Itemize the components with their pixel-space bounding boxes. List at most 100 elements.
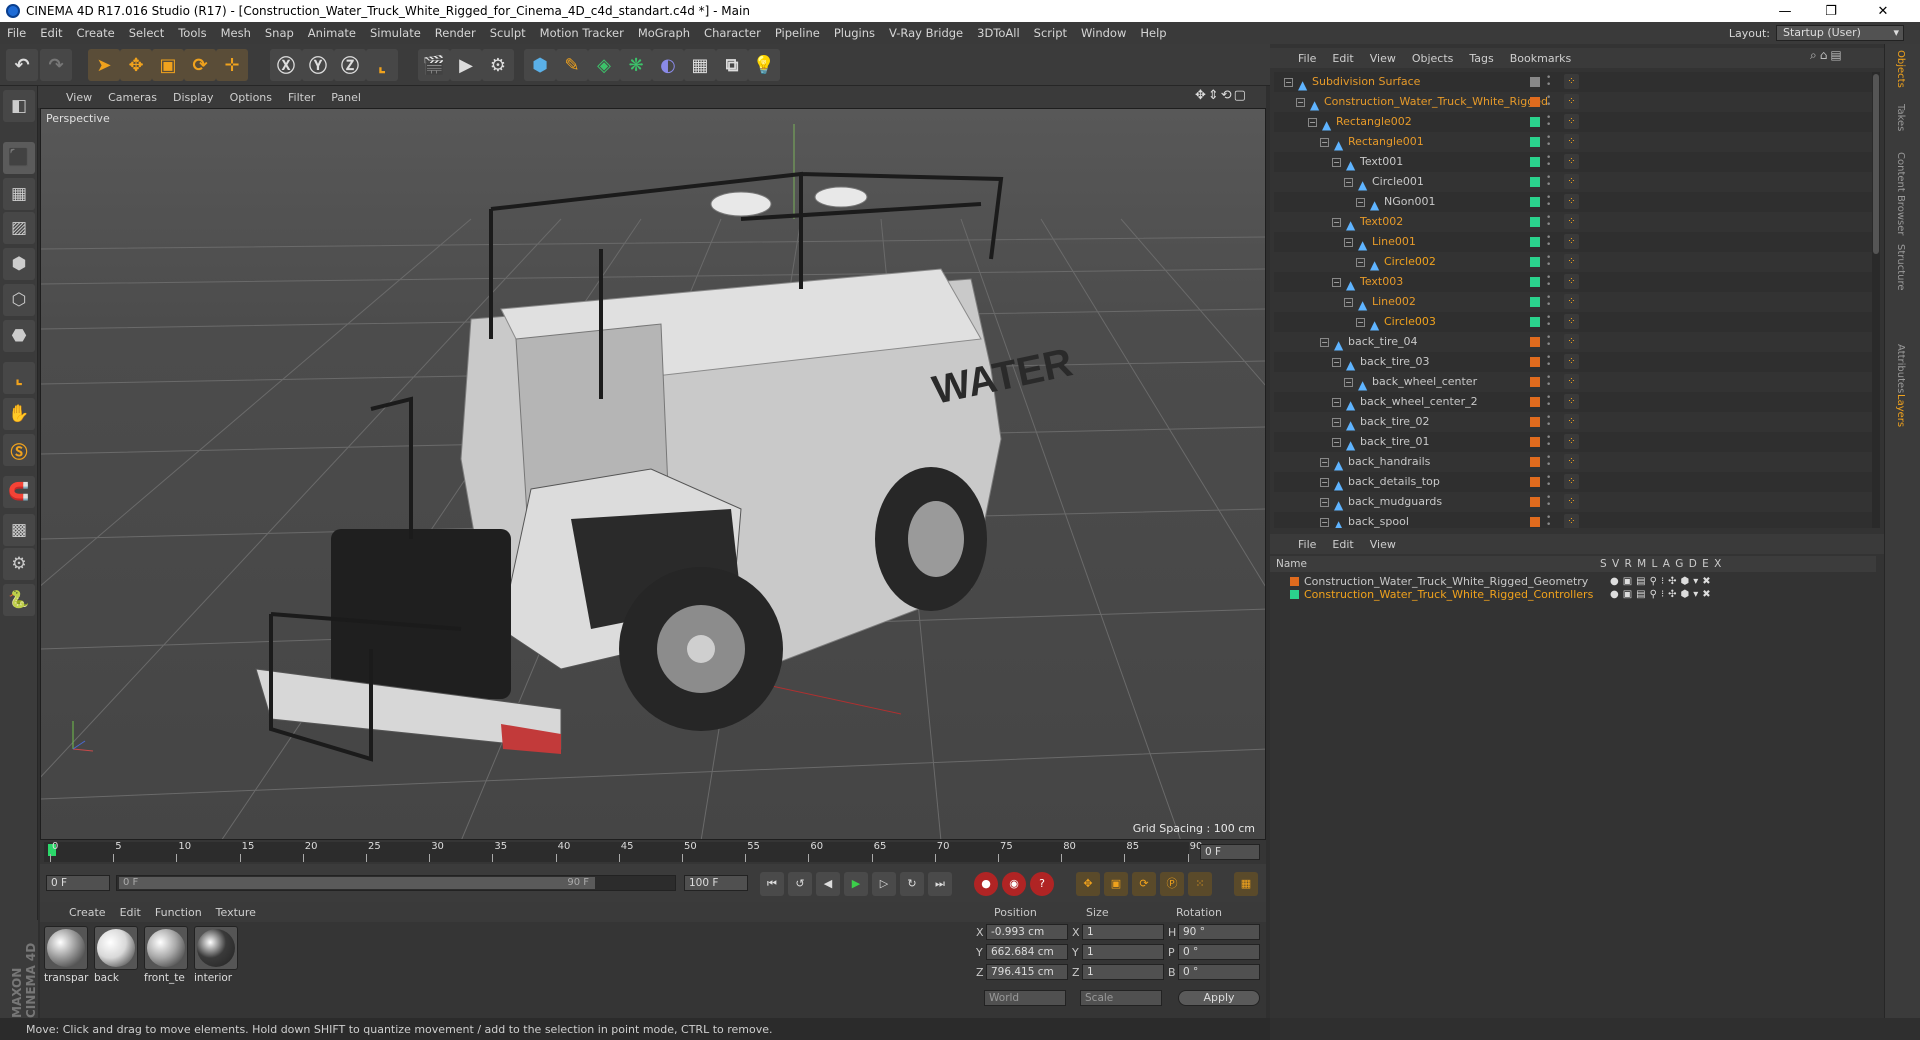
object-row[interactable]: − ▲ back_wheel_center_2 • • ⁘ [1274,392,1880,412]
expand-toggle-icon[interactable]: − [1332,418,1341,427]
right-tab-objects[interactable]: Objects [1895,50,1906,88]
expand-toggle-icon[interactable]: − [1356,318,1365,327]
layer-color-swatch[interactable] [1530,157,1540,167]
redo-icon[interactable]: ↷ [40,49,72,81]
camera-icon[interactable]: ⧉ [716,49,748,81]
menu-snap[interactable]: Snap [258,26,301,40]
object-row[interactable]: − ▲ back_wheel_center • • ⁘ [1274,372,1880,392]
right-tab-attributes[interactable]: Attributes [1895,344,1906,393]
layer-color-swatch[interactable] [1530,497,1540,507]
visibility-dots-icon[interactable]: • • [1546,194,1551,210]
polygons-mode-icon[interactable]: ⬣ [3,320,35,352]
tag-icon[interactable]: ⁘ [1564,514,1579,528]
magnet-icon[interactable]: 🧲 [3,476,35,508]
render-picture-viewer-icon[interactable]: ▶ [450,49,482,81]
go-to-start-icon[interactable]: ⏮ [760,872,784,896]
tag-icon[interactable]: ⁘ [1564,394,1579,409]
layer-color-swatch[interactable] [1530,357,1540,367]
material-swatch[interactable]: transpar [44,926,90,988]
visibility-dots-icon[interactable]: • • [1546,154,1551,170]
object-name[interactable]: back_details_top [1348,472,1440,492]
object-name[interactable]: Text002 [1360,212,1403,232]
layer-color-swatch[interactable] [1530,237,1540,247]
object-menu-objects[interactable]: Objects [1404,52,1462,65]
menu-render[interactable]: Render [428,26,483,40]
workplane-icon[interactable]: ▨ [3,212,35,244]
object-row[interactable]: − ▲ Line002 • • ⁘ [1274,292,1880,312]
tag-icon[interactable]: ⁘ [1564,174,1579,189]
menu-file[interactable]: File [0,26,33,40]
object-name[interactable]: NGon001 [1384,192,1435,212]
layer-menu-file[interactable]: File [1290,538,1324,551]
expand-toggle-icon[interactable]: − [1296,98,1305,107]
expand-toggle-icon[interactable]: − [1320,338,1329,347]
menu-window[interactable]: Window [1074,26,1133,40]
tag-icon[interactable]: ⁘ [1564,154,1579,169]
autokey-icon[interactable]: ◉ [1002,872,1026,896]
menu-3dtoall[interactable]: 3DToAll [970,26,1027,40]
expand-toggle-icon[interactable]: − [1320,138,1329,147]
make-editable-icon[interactable]: ◧ [3,90,35,122]
visibility-dots-icon[interactable]: • • [1546,334,1551,350]
object-name[interactable]: Rectangle002 [1336,112,1412,132]
tag-icon[interactable]: ⁘ [1564,74,1579,89]
position-x-field[interactable]: -0.993 cm [986,924,1068,940]
material-swatch[interactable]: front_te [144,926,190,988]
object-row[interactable]: − ▲ Text001 • • ⁘ [1274,152,1880,172]
move-icon[interactable]: ✥ [120,49,152,81]
z-axis-icon[interactable]: Ⓩ [334,49,366,81]
layer-color-swatch[interactable] [1530,457,1540,467]
layer-color-swatch[interactable] [1530,417,1540,427]
object-menu-file[interactable]: File [1290,52,1324,65]
tag-icon[interactable]: ⁘ [1564,94,1579,109]
layer-color-swatch[interactable] [1530,297,1540,307]
key-rotation-icon[interactable]: ⟳ [1132,872,1156,896]
visibility-dots-icon[interactable]: • • [1546,454,1551,470]
timeline-ruler[interactable]: 0 5 10 15 20 25 30 35 40 45 50 55 60 65 70 75 80 85 90 0 F [40,840,1266,864]
pen-spline-icon[interactable]: ✎ [556,49,588,81]
range-slider[interactable]: 0 F 90 F [116,875,676,891]
material-swatch[interactable]: back [94,926,140,988]
size-z-field[interactable]: 1 [1082,964,1164,980]
expand-toggle-icon[interactable]: − [1320,518,1329,527]
expand-toggle-icon[interactable]: − [1320,498,1329,507]
layer-color-swatch[interactable] [1530,197,1540,207]
expand-toggle-icon[interactable]: − [1332,438,1341,447]
object-row[interactable]: − ▲ back_tire_01 • • ⁘ [1274,432,1880,452]
visibility-dots-icon[interactable]: • • [1546,414,1551,430]
object-row[interactable]: − ▲ NGon001 • • ⁘ [1274,192,1880,212]
select-arrow-icon[interactable]: ➤ [88,49,120,81]
object-row[interactable]: − ▲ back_tire_04 • • ⁘ [1274,332,1880,352]
layer-menu-edit[interactable]: Edit [1324,538,1361,551]
points-mode-icon[interactable]: ⬢ [3,248,35,280]
object-name[interactable]: Subdivision Surface [1312,72,1420,92]
object-row[interactable]: − ▲ back_mudguards • • ⁘ [1274,492,1880,512]
visibility-dots-icon[interactable]: • • [1546,134,1551,150]
step-back-icon[interactable]: ◀ [816,872,840,896]
minimize-button[interactable]: — [1762,0,1808,22]
end-frame-field[interactable]: 100 F [684,875,748,891]
tag-icon[interactable]: ⁘ [1564,494,1579,509]
viewport-menu-options[interactable]: Options [222,91,280,104]
apply-button[interactable]: Apply [1178,990,1260,1006]
object-menu-view[interactable]: View [1362,52,1404,65]
visibility-dots-icon[interactable]: • • [1546,254,1551,270]
object-name[interactable]: Circle002 [1384,252,1436,272]
light-icon[interactable]: 💡 [748,49,780,81]
tag-icon[interactable]: ⁘ [1564,454,1579,469]
cube-primitive-icon[interactable]: ⬢ [524,49,556,81]
object-row[interactable]: − ▲ Circle003 • • ⁘ [1274,312,1880,332]
grid-lock-icon[interactable]: ▩ [3,514,35,546]
tweak-icon[interactable]: ✋ [3,398,35,430]
menu-pipeline[interactable]: Pipeline [768,26,827,40]
deformer-icon[interactable]: ◐ [652,49,684,81]
object-name[interactable]: back_tire_03 [1360,352,1430,372]
object-row[interactable]: − ▲ back_handrails • • ⁘ [1274,452,1880,472]
object-name[interactable]: Line002 [1372,292,1416,312]
menu-mesh[interactable]: Mesh [214,26,258,40]
rotation-h-field[interactable]: 90 ° [1178,924,1260,940]
expand-toggle-icon[interactable]: − [1332,358,1341,367]
x-axis-icon[interactable]: Ⓧ [270,49,302,81]
menu-animate[interactable]: Animate [301,26,363,40]
bake-icon[interactable]: ⚙ [3,548,35,580]
